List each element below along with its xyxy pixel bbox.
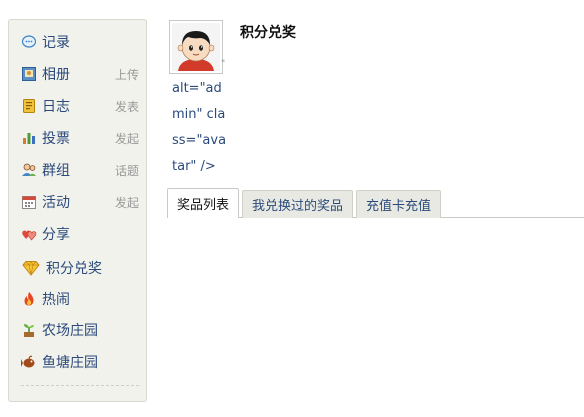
start-vote-link[interactable]: 发起 <box>115 130 139 147</box>
publish-link[interactable]: 发表 <box>115 98 139 115</box>
sidebar-item-vote[interactable]: 投票 发起 <box>21 126 139 150</box>
sidebar-item-label: 鱼塘庄园 <box>42 355 98 371</box>
speech-bubble-icon <box>21 34 37 50</box>
upload-link[interactable]: 上传 <box>115 66 139 83</box>
sidebar-item-fishpond[interactable]: 鱼塘庄园 <box>21 350 139 374</box>
gem-icon <box>21 260 41 276</box>
tab-bar: 奖品列表 我兑换过的奖品 充值卡充值 <box>167 188 444 218</box>
sidebar-item-label: 活动 <box>42 195 70 211</box>
sidebar-item-label: 日志 <box>42 99 70 115</box>
sidebar-item-label: 分享 <box>42 227 70 243</box>
notebook-icon <box>21 98 37 114</box>
sprout-icon <box>21 322 37 338</box>
flame-icon <box>21 291 37 307</box>
sidebar-item-label: 群组 <box>42 163 70 179</box>
start-event-link[interactable]: 发起 <box>115 194 139 211</box>
sidebar-item-hot[interactable]: 热闹 <box>21 287 139 311</box>
fish-icon <box>21 354 37 370</box>
sidebar-item-label: 记录 <box>42 35 70 51</box>
avatar-quote-mark: " <box>221 59 226 69</box>
group-icon <box>21 162 37 178</box>
alt-text-line: ss="ava <box>172 133 227 148</box>
calendar-icon <box>21 194 37 210</box>
sidebar-item-event[interactable]: 活动 发起 <box>21 190 139 214</box>
bar-chart-icon <box>21 130 37 146</box>
alt-text-line: alt="ad <box>172 81 222 96</box>
sidebar-item-blog[interactable]: 日志 发表 <box>21 94 139 118</box>
sidebar-item-records[interactable]: 记录 <box>21 30 139 54</box>
photo-album-icon <box>21 66 37 82</box>
avatar-alt-text: alt="ad min" cla ss="ava tar" /> <box>172 76 232 180</box>
sidebar-item-group[interactable]: 群组 话题 <box>21 158 139 182</box>
topic-link[interactable]: 话题 <box>115 162 139 179</box>
alt-text-line: tar" /> <box>172 159 216 174</box>
sidebar-item-points-redeem[interactable]: 积分兑奖 <box>21 256 139 280</box>
tab-card-recharge[interactable]: 充值卡充值 <box>356 190 442 218</box>
sidebar-item-label: 热闹 <box>42 292 70 308</box>
sidebar-item-label: 积分兑奖 <box>46 261 102 277</box>
user-avatar-icon <box>172 23 220 71</box>
sidebar-item-share[interactable]: 分享 <box>21 222 139 246</box>
sidebar-item-label: 农场庄园 <box>42 323 98 339</box>
sidebar-divider <box>21 385 139 386</box>
page-title: 积分兑奖 <box>240 25 296 41</box>
alt-text-line: min" cla <box>172 107 226 122</box>
tab-redeemed-prizes[interactable]: 我兑换过的奖品 <box>242 190 354 218</box>
avatar[interactable] <box>169 20 223 74</box>
sidebar-item-album[interactable]: 相册 上传 <box>21 62 139 86</box>
sidebar: 记录 相册 上传 日志 发表 投票 发起 群组 话题 活动 发起 分享 积分兑奖… <box>8 19 147 402</box>
tab-prize-list[interactable]: 奖品列表 <box>167 188 240 218</box>
sidebar-item-label: 投票 <box>42 131 70 147</box>
hearts-icon <box>21 226 37 242</box>
sidebar-item-label: 相册 <box>42 67 70 83</box>
sidebar-item-farm[interactable]: 农场庄园 <box>21 318 139 342</box>
